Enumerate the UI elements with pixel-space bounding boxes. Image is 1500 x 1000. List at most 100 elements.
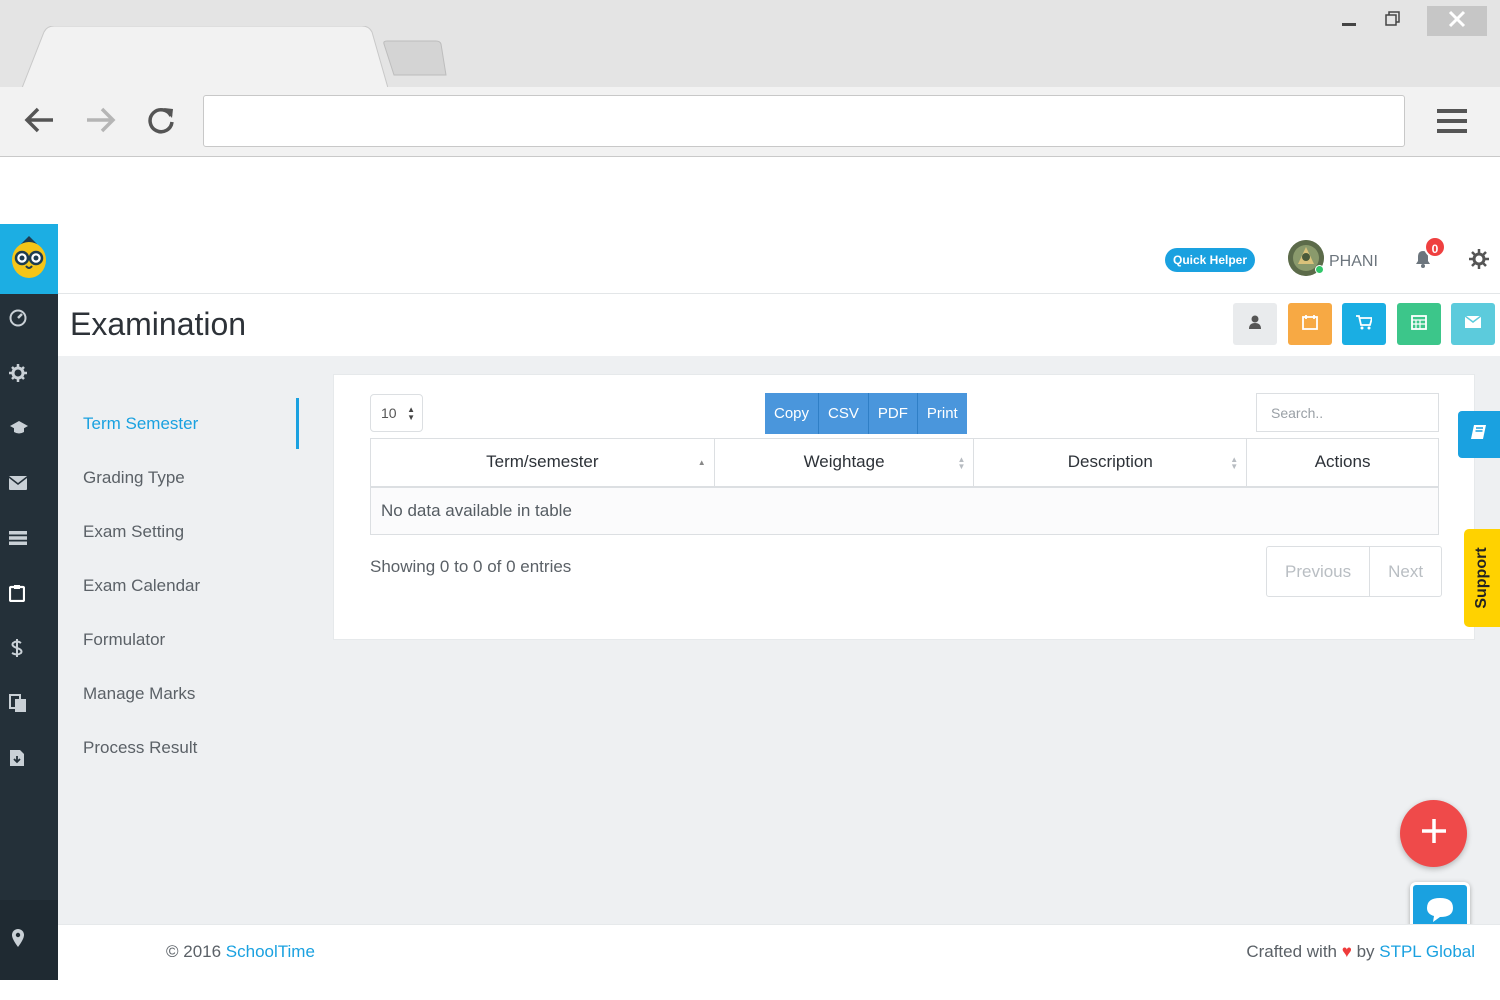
sidebar-item-academics[interactable]: [0, 412, 58, 448]
previous-page-button[interactable]: Previous: [1267, 547, 1369, 596]
plus-icon: [1421, 818, 1447, 849]
user-icon: [1248, 315, 1262, 334]
next-page-button[interactable]: Next: [1369, 547, 1441, 596]
book-icon: [1471, 424, 1487, 445]
sidebar-item-finance[interactable]: [0, 632, 58, 668]
sidebar-item-reports[interactable]: [0, 742, 58, 778]
profile-action-button[interactable]: [1233, 303, 1277, 345]
export-buttons: Copy CSV PDF Print: [765, 393, 967, 434]
cart-action-button[interactable]: [1342, 303, 1386, 345]
owl-logo-icon: [9, 234, 49, 285]
by-text: by: [1351, 942, 1380, 961]
settings-gear-icon[interactable]: [1469, 249, 1489, 269]
location-pin-icon[interactable]: [9, 928, 27, 948]
address-bar[interactable]: [203, 95, 1405, 147]
data-table-card: 10 ▲▼ Copy CSV PDF Print Term/semester ▲…: [333, 374, 1475, 640]
close-window-button[interactable]: [1427, 6, 1487, 36]
sidebar-item-examination[interactable]: [0, 577, 58, 613]
quick-helper-button[interactable]: Quick Helper: [1165, 248, 1256, 272]
term-semester-table: Term/semester ▲ Weightage ▲ ▼ Description…: [370, 438, 1439, 535]
page-header: Examination: [58, 294, 1500, 356]
dashboard-gauge-icon: [9, 309, 27, 332]
subnav-item-term-semester[interactable]: Term Semester: [83, 414, 198, 436]
back-button[interactable]: [18, 101, 60, 143]
sidebar: [0, 224, 58, 980]
subnav-item-manage-marks[interactable]: Manage Marks: [83, 684, 195, 706]
restore-button[interactable]: [1376, 6, 1410, 36]
back-arrow-icon: [23, 106, 55, 139]
online-status-dot: [1315, 265, 1324, 274]
heart-icon: ♥: [1341, 942, 1352, 961]
active-indicator: [296, 398, 299, 449]
subnav-item-exam-setting[interactable]: Exam Setting: [83, 522, 184, 544]
notification-badge: 0: [1424, 236, 1446, 258]
minimize-button[interactable]: [1332, 6, 1366, 36]
subnav-item-exam-calendar[interactable]: Exam Calendar: [83, 576, 200, 598]
pagination: Previous Next: [1266, 546, 1443, 597]
forward-arrow-icon: [85, 106, 117, 139]
clipboard-icon: [8, 584, 26, 607]
sort-asc-icon: ▲: [697, 458, 706, 467]
sidebar-item-records[interactable]: [0, 522, 58, 558]
browser-tab-bar: [0, 0, 1500, 88]
support-label: Support: [1473, 547, 1490, 609]
copy-button[interactable]: Copy: [765, 393, 820, 434]
add-button[interactable]: [1400, 800, 1467, 867]
calendar-grid-action-button[interactable]: [1397, 303, 1441, 345]
page-length-select[interactable]: 10 ▲ ▼: [370, 394, 423, 432]
reload-button[interactable]: [140, 101, 182, 143]
table-info: Showing 0 to 0 of 0 entries: [370, 557, 572, 576]
file-download-icon: [9, 749, 25, 772]
minimize-icon: [1341, 11, 1357, 32]
support-tab[interactable]: Support: [1464, 529, 1500, 627]
guide-tab-button[interactable]: [1458, 411, 1500, 458]
sidebar-item-dashboard[interactable]: [0, 302, 58, 338]
column-label: Actions: [1314, 452, 1371, 472]
calendar-grid-icon: [1411, 314, 1427, 335]
forward-button[interactable]: [80, 101, 122, 143]
browser-menu-button[interactable]: [1430, 101, 1474, 145]
gear-icon: [9, 363, 27, 387]
hamburger-menu-icon: [1436, 107, 1468, 140]
page-length-value: 10: [381, 405, 397, 421]
company-link[interactable]: STPL Global: [1379, 942, 1475, 961]
column-header-weightage[interactable]: Weightage ▲ ▼: [713, 438, 975, 488]
reload-icon: [145, 104, 177, 141]
column-header-term-semester[interactable]: Term/semester ▲: [370, 438, 715, 488]
calendar-icon: [1302, 314, 1318, 335]
subnav-item-process-result[interactable]: Process Result: [83, 738, 197, 760]
page-title: Examination: [70, 306, 247, 342]
cart-icon: [1356, 314, 1374, 335]
app-container: Quick Helper PHANI 0 Examination Term Se…: [0, 224, 1500, 980]
close-icon: [1448, 10, 1466, 33]
column-label: Term/semester: [486, 452, 599, 472]
sidebar-item-messages[interactable]: [0, 467, 58, 503]
pdf-button[interactable]: PDF: [868, 393, 918, 434]
column-header-actions: Actions: [1246, 438, 1439, 488]
restore-icon: [1385, 10, 1401, 32]
search-input[interactable]: [1256, 393, 1439, 432]
files-icon: [9, 693, 27, 717]
footer-credits: Crafted with ♥ by STPL Global: [1246, 942, 1475, 962]
browser-tab-active[interactable]: [22, 26, 388, 88]
column-header-description[interactable]: Description ▲ ▼: [973, 438, 1248, 488]
column-label: Weightage: [803, 452, 885, 472]
subnav-item-formulator[interactable]: Formulator: [83, 630, 165, 652]
graduation-cap-icon: [9, 420, 29, 441]
crafted-text: Crafted with: [1246, 942, 1342, 961]
new-tab-button[interactable]: [382, 40, 448, 76]
sort-both-icon: ▲ ▼: [957, 455, 966, 471]
csv-button[interactable]: CSV: [819, 393, 869, 434]
calendar-action-button[interactable]: [1288, 303, 1332, 345]
brand-link[interactable]: SchoolTime: [226, 942, 315, 961]
copyright-text: © 2016: [166, 942, 226, 961]
sidebar-item-settings[interactable]: [0, 357, 58, 393]
dollar-icon: [9, 638, 25, 662]
subnav-item-grading-type[interactable]: Grading Type: [83, 468, 185, 490]
sidebar-item-library[interactable]: [0, 687, 58, 723]
envelope-icon: [1464, 315, 1482, 333]
print-button[interactable]: Print: [917, 393, 967, 434]
username[interactable]: PHANI: [1329, 253, 1378, 271]
app-logo[interactable]: [0, 224, 58, 294]
mail-action-button[interactable]: [1451, 303, 1495, 345]
